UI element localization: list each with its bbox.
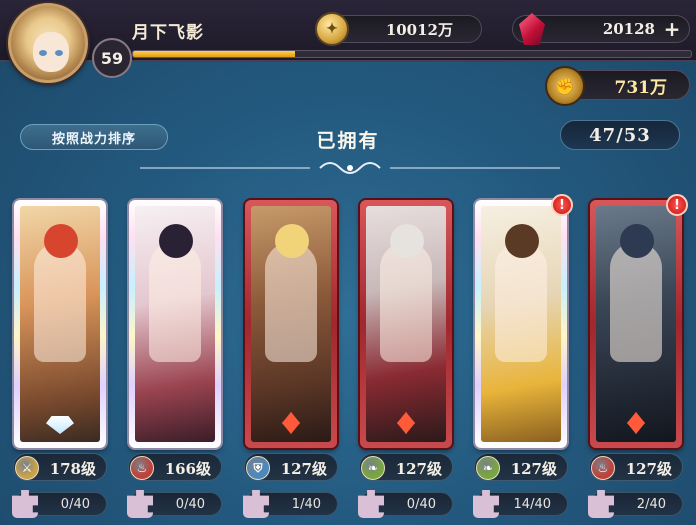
leaf-icon: ❧ <box>361 456 385 480</box>
hero-fragment-pill[interactable]: 2/40 <box>588 490 683 518</box>
exp-bar <box>132 50 692 58</box>
puzzle-piece-icon <box>12 490 38 518</box>
hero-level-pill: ⚔ 178级 <box>13 453 107 481</box>
hero-level-pill: ⛨ 127级 <box>244 453 338 481</box>
gold-counter[interactable]: ✦ 10012万 <box>315 12 482 46</box>
hero-hair <box>159 224 193 258</box>
hero-figure <box>34 242 86 362</box>
hero-fragment-count: 1/40 <box>291 497 321 512</box>
hero-card[interactable] <box>245 200 337 448</box>
hero-fragment-pill[interactable]: 1/40 <box>243 490 338 518</box>
hero-level-pill: ♨ 127级 <box>589 453 683 481</box>
rank-crystal-icon <box>397 412 415 434</box>
hero-figure <box>265 242 317 362</box>
hero-card[interactable] <box>129 200 221 448</box>
hero-portrait <box>135 206 215 442</box>
hero-figure <box>149 242 201 362</box>
hero-fragment-pill[interactable]: 14/40 <box>473 490 568 518</box>
owned-count: 47/53 <box>560 120 680 150</box>
hero-fragment-count: 0/40 <box>175 497 205 512</box>
avatar-eye-right <box>55 50 63 56</box>
hero-card[interactable]: ! <box>590 194 688 448</box>
hero-portrait <box>481 206 561 442</box>
hero-portrait <box>20 206 100 442</box>
gem-icon <box>519 13 545 45</box>
puzzle-piece-icon <box>127 490 153 518</box>
rank-crystal-icon <box>46 416 74 434</box>
sword-icon: ⚔ <box>15 456 39 480</box>
hero-card[interactable] <box>360 200 452 448</box>
hero-fragment-count: 14/40 <box>513 497 551 512</box>
hero-fragment-count: 0/40 <box>406 497 436 512</box>
puzzle-piece-icon <box>588 490 614 518</box>
player-name: 月下飞影 <box>132 23 204 43</box>
alert-icon: ! <box>551 194 573 216</box>
hero-hair <box>505 224 539 258</box>
avatar-eye-left <box>39 50 47 56</box>
hero-level: 127级 <box>395 460 442 478</box>
hero-card[interactable] <box>14 200 106 448</box>
hero-level: 127级 <box>280 460 327 478</box>
rank-crystal-icon <box>627 412 645 434</box>
hero-figure <box>380 242 432 362</box>
hero-hair <box>620 224 654 258</box>
flame-icon: ♨ <box>591 456 615 480</box>
hero-card[interactable]: ! <box>475 194 573 448</box>
power-fist-icon: ✊ <box>545 66 585 106</box>
hero-portrait <box>366 206 446 442</box>
hero-fragment-pill[interactable]: 0/40 <box>127 490 222 518</box>
hero-fragment-count: 2/40 <box>636 497 666 512</box>
leaf-icon: ❧ <box>476 456 500 480</box>
add-gems-button[interactable]: + <box>663 19 681 39</box>
hero-portrait <box>596 206 676 442</box>
gem-value: 20128 <box>602 20 655 38</box>
hero-fragment-pill[interactable]: 0/40 <box>358 490 453 518</box>
hero-level-pill: ♨ 166级 <box>128 453 222 481</box>
hero-level-pill: ❧ 127级 <box>359 453 453 481</box>
gem-counter[interactable]: 20128 + <box>512 13 690 45</box>
hero-level: 127级 <box>625 460 672 478</box>
shield-icon: ⛨ <box>246 456 270 480</box>
power-counter: ✊ 731万 <box>545 66 690 106</box>
hero-level-pill: ❧ 127级 <box>474 453 568 481</box>
hero-hair <box>275 224 309 258</box>
gold-coin-icon: ✦ <box>315 12 349 46</box>
title-ornament <box>140 162 560 174</box>
player-avatar[interactable] <box>8 3 88 83</box>
power-value: 731万 <box>614 77 668 98</box>
rank-crystal-icon <box>282 412 300 434</box>
exp-bar-fill <box>133 51 295 57</box>
hero-portrait <box>251 206 331 442</box>
page-title: 已拥有 <box>316 130 380 152</box>
hero-figure <box>610 242 662 362</box>
hero-hair <box>390 224 424 258</box>
puzzle-piece-icon <box>473 490 499 518</box>
hero-level: 166级 <box>164 460 211 478</box>
hero-fragment-count: 0/40 <box>60 497 90 512</box>
hero-level: 127级 <box>510 460 557 478</box>
hero-fragment-pill[interactable]: 0/40 <box>12 490 107 518</box>
puzzle-piece-icon <box>358 490 384 518</box>
hero-level: 178级 <box>49 460 96 478</box>
player-level-badge: 59 <box>92 38 132 78</box>
alert-icon: ! <box>666 194 688 216</box>
flame-icon: ♨ <box>130 456 154 480</box>
hero-hair <box>44 224 78 258</box>
gold-value: 10012万 <box>385 20 453 39</box>
hero-figure <box>495 242 547 362</box>
puzzle-piece-icon <box>243 490 269 518</box>
sort-by-power-button[interactable]: 按照战力排序 <box>20 124 168 150</box>
